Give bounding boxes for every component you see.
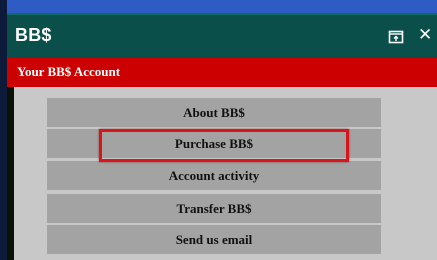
- menu-item-account-activity[interactable]: Account activity: [47, 161, 381, 190]
- account-header-bar: Your BB$ Account: [7, 58, 437, 87]
- close-icon[interactable]: ✕: [418, 25, 436, 45]
- menu-item-purchase[interactable]: Purchase BB$: [47, 129, 381, 158]
- menu-item-transfer[interactable]: Transfer BB$: [47, 194, 381, 223]
- desktop-left-edge: [0, 0, 7, 260]
- menu-item-send-email[interactable]: Send us email: [47, 225, 381, 254]
- account-header-label: Your BB$ Account: [17, 64, 121, 79]
- menu-item-about[interactable]: About BB$: [47, 98, 381, 127]
- app-title: BB$: [15, 25, 52, 45]
- restore-window-icon[interactable]: [388, 28, 404, 44]
- title-bar: BB$ ✕: [7, 13, 437, 58]
- desktop-top-strip: [0, 0, 437, 13]
